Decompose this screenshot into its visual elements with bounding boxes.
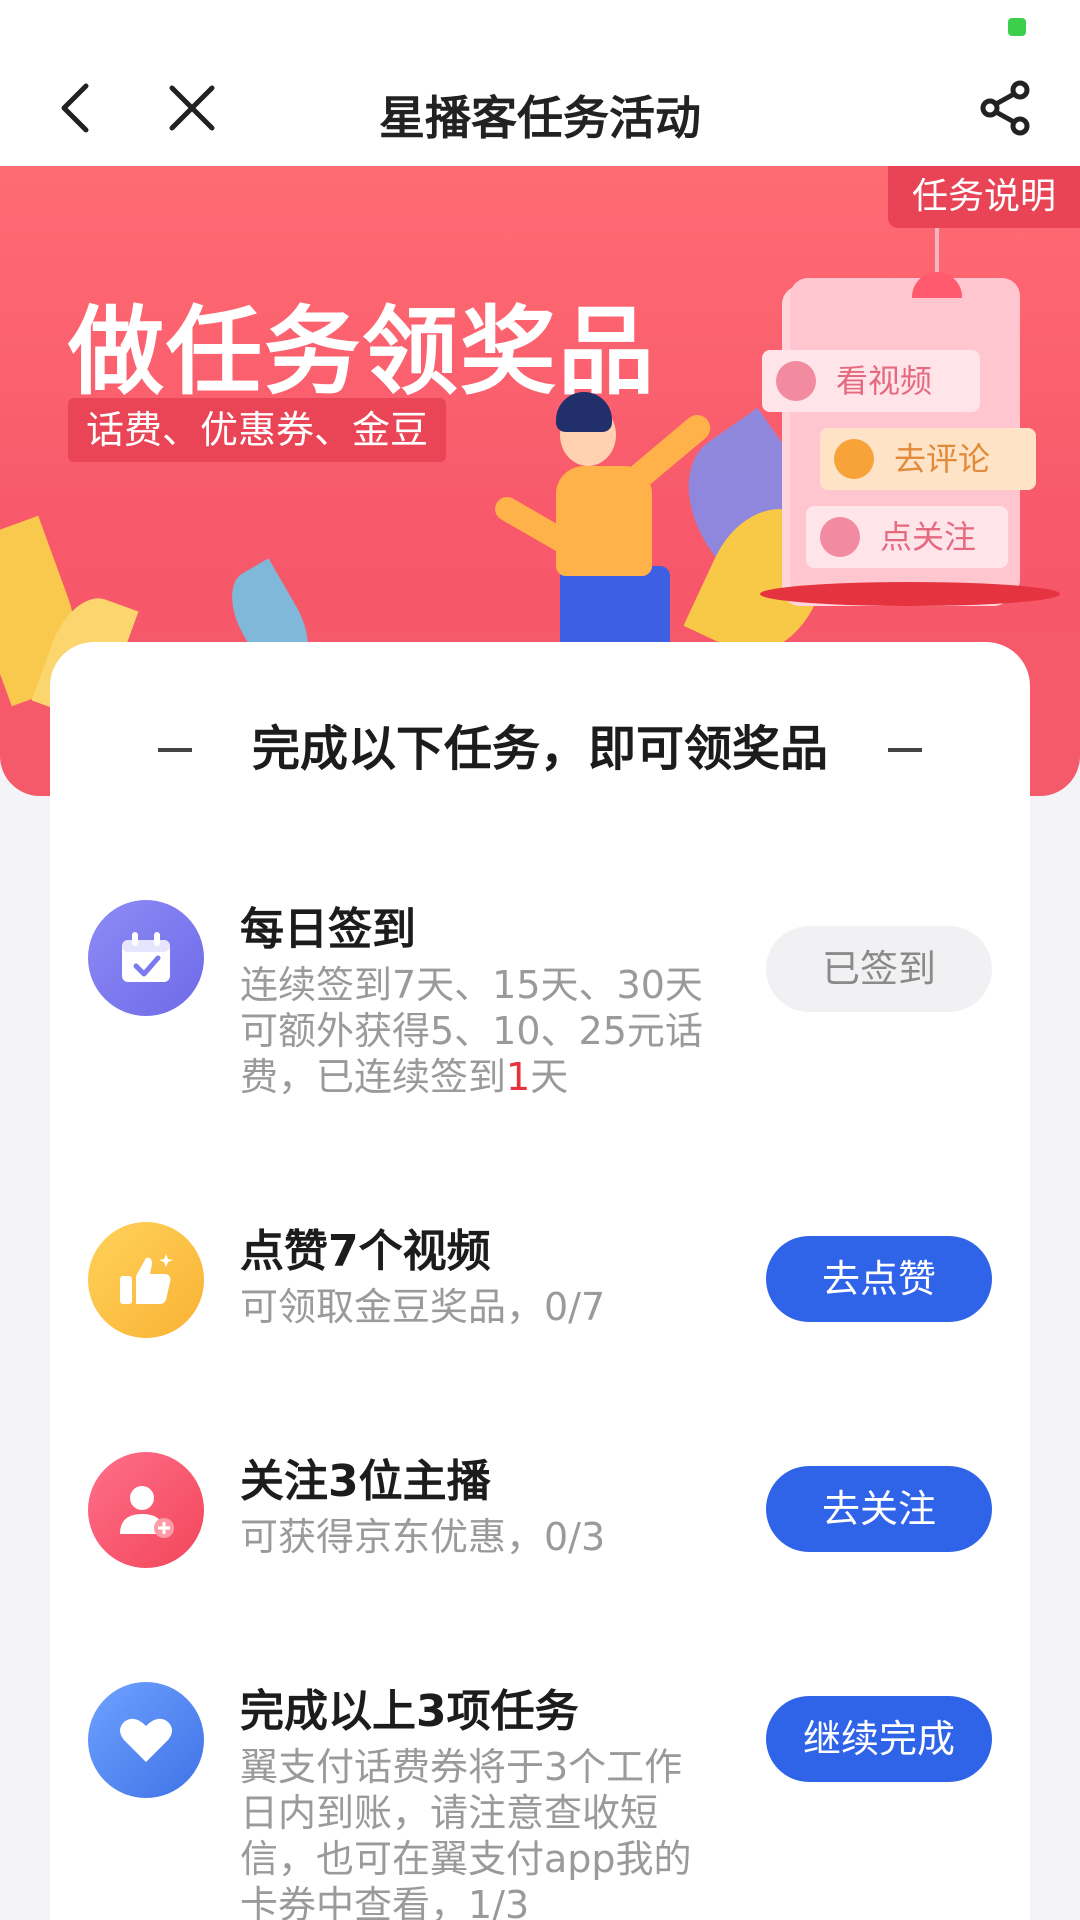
lamp-cord: [935, 228, 939, 278]
task-name: 关注3位主播: [240, 1456, 491, 1507]
clipboard-icon: [776, 361, 816, 401]
card-title: 完成以下任务，即可领奖品: [251, 721, 828, 777]
pill-comment: 去评论: [820, 428, 1036, 490]
status-bar: [0, 0, 1080, 60]
task-name: 完成以上3项任务: [240, 1686, 579, 1737]
clipboard-icon: [834, 439, 874, 479]
streak-count: 1: [506, 1055, 531, 1099]
task-rules-button[interactable]: 任务说明: [888, 166, 1080, 228]
task-description: 连续签到7天、15天、30天可额外获得5、10、25元话费，已连续签到1天: [240, 963, 703, 1099]
thumbs-up-glyph: [120, 1254, 173, 1304]
task-activity-page: 星播客任务活动 任务说明 做任务领奖品 话费、优惠券、金豆 看视频 去评论 点关…: [0, 0, 1080, 1920]
battery-icon: [1008, 18, 1026, 36]
add-user-icon: [88, 1452, 204, 1568]
go-like-button[interactable]: 去点赞: [766, 1236, 992, 1322]
title-dash: [158, 748, 192, 752]
share-icon[interactable]: [976, 78, 1036, 138]
clipboard-icon: [820, 517, 860, 557]
pill-follow: 点关注: [806, 506, 1008, 568]
continue-button[interactable]: 继续完成: [766, 1696, 992, 1782]
task-description: 翼支付话费券将于3个工作日内到账，请注意查收短信，也可在翼支付app我的卡券中查…: [240, 1745, 692, 1920]
calendar-check-glyph: [122, 932, 170, 982]
card-header: 完成以下任务，即可领奖品: [50, 714, 1030, 784]
pill-watch-video: 看视频: [762, 350, 980, 412]
banner-subtitle: 话费、优惠券、金豆: [68, 398, 447, 462]
task-complete-all: 完成以上3项任务 翼支付话费券将于3个工作日内到账，请注意查收短信，也可在翼支付…: [50, 1682, 1030, 1920]
thumbs-up-icon: [88, 1222, 204, 1338]
board-stand: [760, 582, 1060, 606]
lamp-icon: [912, 272, 962, 298]
page-title: 星播客任务活动: [379, 91, 701, 145]
title-dash: [888, 748, 922, 752]
task-follow-hosts: 关注3位主播 可获得京东优惠，0/3 去关注: [50, 1452, 1030, 1592]
go-follow-button[interactable]: 去关注: [766, 1466, 992, 1552]
task-description: 可获得京东优惠，0/3: [240, 1515, 606, 1559]
task-like-videos: 点赞7个视频 可领取金豆奖品，0/7 去点赞: [50, 1222, 1030, 1362]
calendar-check-icon: [88, 900, 204, 1016]
add-user-glyph: [120, 1486, 174, 1538]
task-description: 可领取金豆奖品，0/7: [240, 1285, 606, 1329]
task-name: 每日签到: [240, 904, 416, 955]
nav-bar: 星播客任务活动: [0, 60, 1080, 166]
task-name: 点赞7个视频: [240, 1226, 491, 1277]
heart-glyph: [120, 1718, 172, 1762]
banner-title: 做任务领奖品: [68, 296, 656, 408]
task-daily-checkin: 每日签到 连续签到7天、15天、30天可额外获得5、10、25元话费，已连续签到…: [50, 900, 1030, 1100]
checked-in-button[interactable]: 已签到: [766, 926, 992, 1012]
heart-icon: [88, 1682, 204, 1798]
task-card: 完成以下任务，即可领奖品 每日签到 连续签到7天、15天、30天可额外获得5、1…: [50, 642, 1030, 1920]
